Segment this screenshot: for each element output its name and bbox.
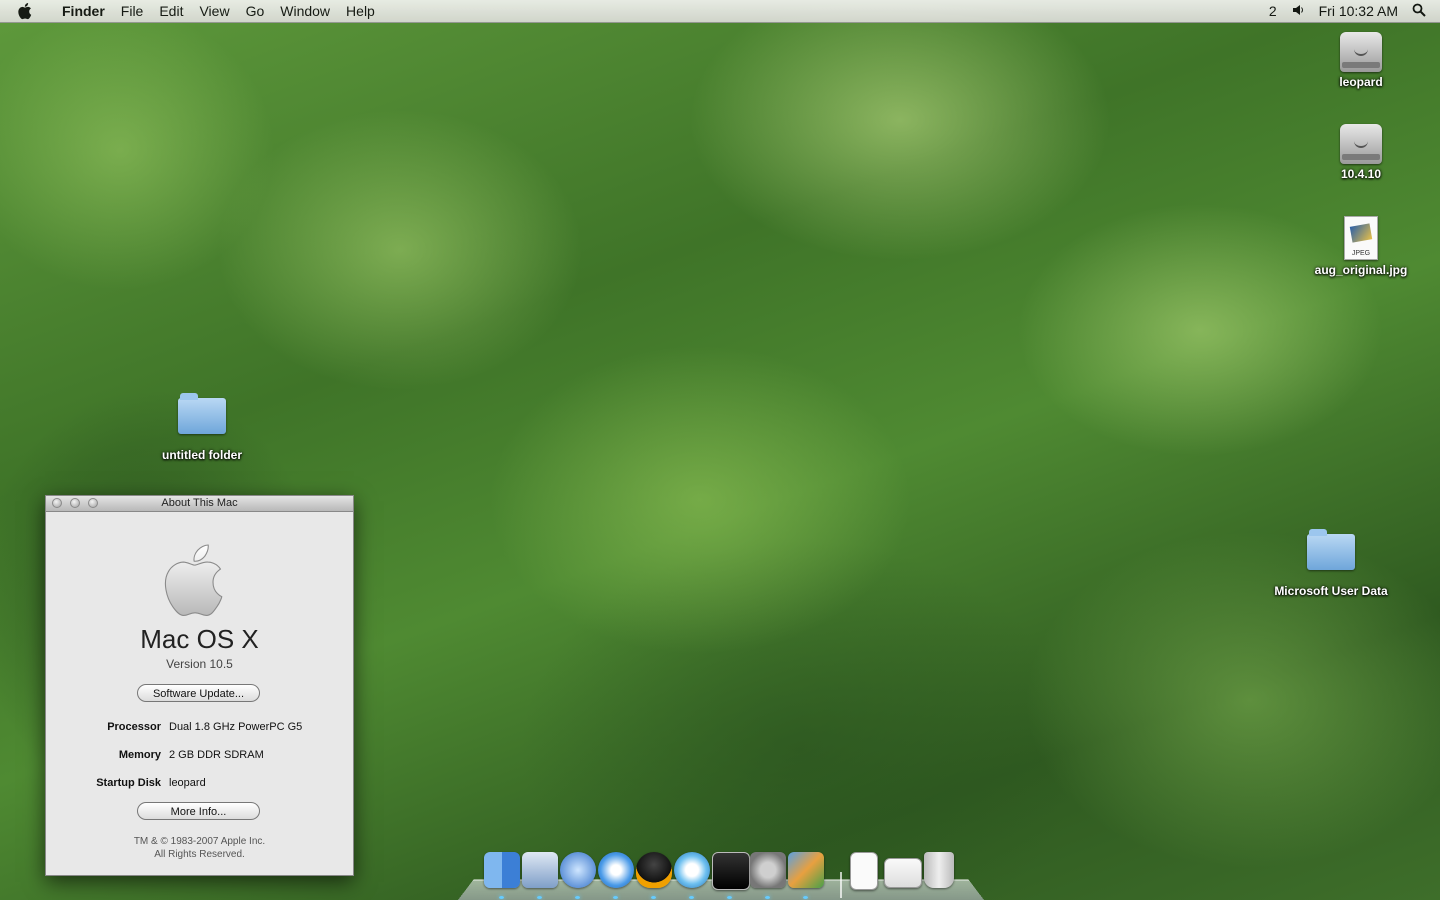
- hard-drive-icon: [1340, 32, 1382, 72]
- spotlight-search-icon[interactable]: [1412, 3, 1426, 20]
- close-window-button[interactable]: [52, 498, 62, 508]
- spec-value: Dual 1.8 GHz PowerPC G5: [169, 721, 303, 733]
- menu-help[interactable]: Help: [338, 0, 383, 22]
- desktop-icon-label: untitled folder: [162, 448, 242, 462]
- copyright-line: TM & © 1983-2007 Apple Inc.: [133, 836, 266, 847]
- spec-key: Startup Disk: [96, 777, 161, 789]
- system-preferences-icon[interactable]: [750, 852, 786, 888]
- dashboard-icon[interactable]: [560, 852, 596, 888]
- desktop-icon-microsoft-user-data[interactable]: Microsoft User Data: [1266, 529, 1396, 598]
- menu-go[interactable]: Go: [238, 0, 273, 22]
- folder-icon: [1307, 529, 1355, 570]
- copyright-text: TM & © 1983-2007 Apple Inc. All Rights R…: [46, 835, 353, 861]
- jpeg-badge: JPEG: [1351, 250, 1371, 257]
- status-number[interactable]: 2: [1269, 3, 1277, 19]
- jpeg-file-icon: JPEG: [1344, 216, 1378, 260]
- dock: [458, 852, 984, 900]
- hard-drive-icon: [1340, 124, 1382, 164]
- running-indicator: [689, 896, 694, 899]
- spec-key: Processor: [107, 721, 161, 733]
- more-info-button[interactable]: More Info...: [137, 802, 260, 820]
- running-indicator: [765, 896, 770, 899]
- menu-window[interactable]: Window: [272, 0, 338, 22]
- terminal-icon[interactable]: [712, 852, 750, 890]
- running-indicator: [613, 896, 618, 899]
- menu-file[interactable]: File: [113, 0, 152, 22]
- dock-separator: [840, 872, 842, 898]
- preview-document-icon[interactable]: [884, 858, 922, 888]
- running-indicator: [575, 896, 580, 899]
- rights-line: All Rights Reserved.: [154, 849, 245, 860]
- running-indicator: [651, 896, 656, 899]
- spec-key: Memory: [118, 749, 161, 761]
- zoom-window-button[interactable]: [88, 498, 98, 508]
- trash-icon[interactable]: [924, 852, 954, 888]
- menubar-clock[interactable]: Fri 10:32 AM: [1319, 3, 1398, 19]
- apple-menu-icon[interactable]: [18, 2, 36, 20]
- os-name: Mac OS X: [140, 624, 259, 654]
- menu-bar: Finder File Edit View Go Window Help 2 F…: [0, 0, 1440, 23]
- folder-icon: [178, 393, 226, 434]
- running-indicator: [803, 896, 808, 899]
- spec-value: 2 GB DDR SDRAM: [169, 749, 264, 761]
- running-indicator: [727, 896, 732, 899]
- desktop-icon-10-4-10[interactable]: 10.4.10: [1296, 124, 1426, 181]
- desktop-icon-label: aug_original.jpg: [1314, 263, 1408, 277]
- running-indicator: [537, 896, 542, 899]
- about-this-mac-window: About This Mac Mac OS X Version 10.5 Sof…: [45, 495, 354, 876]
- minimize-window-button[interactable]: [70, 498, 80, 508]
- mail-icon[interactable]: [522, 852, 558, 888]
- desktop-icon-aug-original-jpg[interactable]: JPEG aug_original.jpg: [1296, 216, 1426, 277]
- running-indicator: [499, 896, 504, 899]
- textedit-document-icon[interactable]: [850, 852, 878, 890]
- spec-value: leopard: [169, 777, 206, 789]
- menu-edit[interactable]: Edit: [151, 0, 191, 22]
- desktop-icon-label: 10.4.10: [1340, 167, 1382, 181]
- menu-finder[interactable]: Finder: [54, 0, 113, 22]
- desktop-icon-label: Microsoft User Data: [1274, 584, 1388, 598]
- desktop-icon-label: leopard: [1339, 75, 1383, 89]
- window-titlebar[interactable]: About This Mac: [46, 496, 353, 512]
- adium-icon[interactable]: [636, 852, 672, 888]
- menu-view[interactable]: View: [191, 0, 237, 22]
- software-update-button[interactable]: Software Update...: [137, 684, 260, 702]
- desktop-icon-untitled-folder[interactable]: untitled folder: [137, 393, 267, 462]
- itunes-icon[interactable]: [674, 852, 710, 888]
- iphoto-icon[interactable]: [788, 852, 824, 888]
- finder-icon[interactable]: [484, 852, 520, 888]
- os-version: Version 10.5: [166, 657, 233, 671]
- window-title: About This Mac: [161, 497, 238, 509]
- apple-logo-icon: [164, 539, 234, 626]
- volume-icon[interactable]: [1291, 3, 1305, 20]
- desktop-icon-leopard[interactable]: leopard: [1296, 32, 1426, 89]
- safari-icon[interactable]: [598, 852, 634, 888]
